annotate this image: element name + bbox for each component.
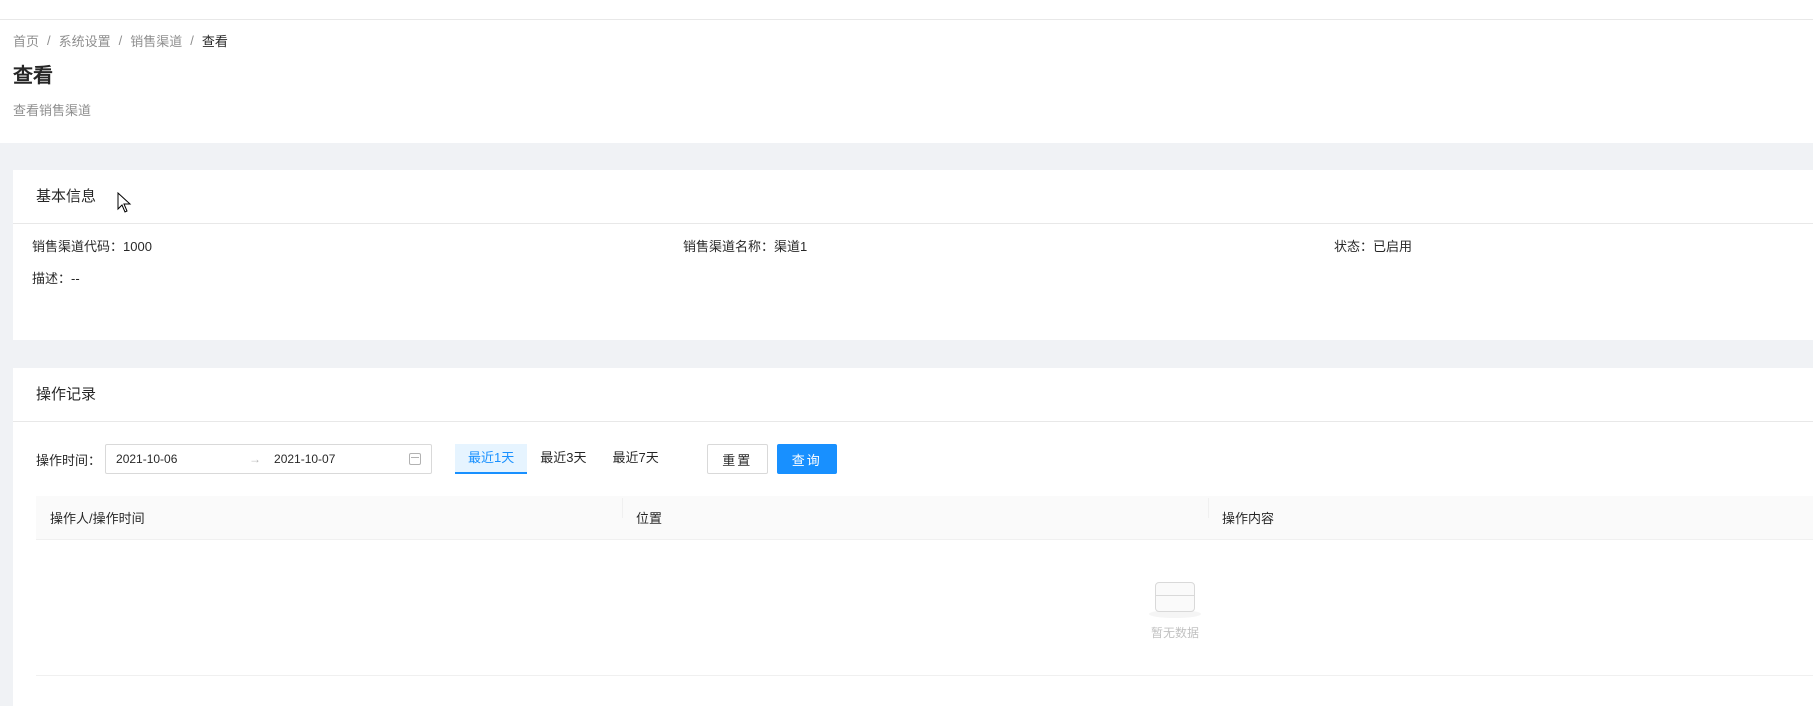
breadcrumb-system-settings[interactable]: 系统设置 xyxy=(59,31,111,50)
table-header: 操作人/操作时间 位置 操作内容 xyxy=(36,496,1813,540)
breadcrumb-separator: / xyxy=(190,32,194,48)
calendar-icon[interactable] xyxy=(409,453,422,465)
quick-range-tabs: 最近1天 最近3天 最近7天 xyxy=(455,444,672,474)
start-date-input[interactable]: 2021-10-06 xyxy=(116,452,236,466)
description-value: -- xyxy=(71,271,80,286)
operation-log-card: 操作记录 操作时间： 2021-10-06 → 2021-10-07 最近1天 … xyxy=(13,368,1813,706)
description-label: 描述： xyxy=(32,271,72,286)
filter-bar: 操作时间： 2021-10-06 → 2021-10-07 最近1天 最近3天 … xyxy=(36,444,837,474)
channel-code-value: 1000 xyxy=(123,239,152,254)
table-body: 暂无数据 xyxy=(36,540,1813,676)
query-button[interactable]: 查询 xyxy=(776,444,837,474)
breadcrumb-sales-channel[interactable]: 销售渠道 xyxy=(130,31,182,50)
page-header: 首页 / 系统设置 / 销售渠道 / 查看 查看 查看销售渠道 xyxy=(0,20,1813,143)
channel-code-item: 销售渠道代码：1000 xyxy=(32,236,152,255)
end-date-input[interactable]: 2021-10-07 xyxy=(274,452,404,466)
quick-range-1-day[interactable]: 最近1天 xyxy=(455,444,528,474)
empty-text: 暂无数据 xyxy=(1150,626,1199,640)
operation-time-label: 操作时间： xyxy=(36,452,102,468)
page-title: 查看 xyxy=(13,65,53,87)
status-item: 状态：已启用 xyxy=(1334,236,1412,255)
mouse-cursor-icon xyxy=(117,192,132,213)
column-location: 位置 xyxy=(622,498,1208,527)
channel-name-value: 渠道1 xyxy=(774,239,808,254)
empty-state: 暂无数据 xyxy=(1145,580,1205,641)
description-item: 描述：-- xyxy=(32,268,80,287)
basic-info-card: 基本信息 销售渠道代码：1000 销售渠道名称：渠道1 状态：已启用 描述：-- xyxy=(13,170,1813,340)
breadcrumb-current: 查看 xyxy=(201,33,228,49)
operation-log-table: 操作人/操作时间 位置 操作内容 暂无数据 xyxy=(36,496,1813,676)
top-bar xyxy=(0,0,1813,20)
status-value: 已启用 xyxy=(1373,239,1413,254)
breadcrumb-home[interactable]: 首页 xyxy=(13,31,39,50)
reset-button[interactable]: 重置 xyxy=(706,444,768,474)
basic-info-title: 基本信息 xyxy=(13,170,1813,224)
operation-log-title: 操作记录 xyxy=(13,368,1813,422)
channel-name-label: 销售渠道名称： xyxy=(683,239,775,254)
channel-name-item: 销售渠道名称：渠道1 xyxy=(683,236,807,255)
column-operation-content: 操作内容 xyxy=(1208,498,1813,527)
quick-range-7-days[interactable]: 最近7天 xyxy=(599,444,671,474)
quick-range-3-days[interactable]: 最近3天 xyxy=(527,444,599,474)
channel-code-label: 销售渠道代码： xyxy=(32,239,124,254)
breadcrumb: 首页 / 系统设置 / 销售渠道 / 查看 xyxy=(13,31,1800,50)
page-description: 查看销售渠道 xyxy=(13,103,92,118)
status-label: 状态： xyxy=(1334,239,1374,254)
date-range-picker[interactable]: 2021-10-06 → 2021-10-07 xyxy=(105,444,433,474)
range-arrow-icon: → xyxy=(249,452,262,466)
empty-inbox-icon xyxy=(1145,580,1205,618)
breadcrumb-separator: / xyxy=(47,32,51,48)
column-operator-time: 操作人/操作时间 xyxy=(50,511,145,526)
breadcrumb-separator: / xyxy=(118,32,123,48)
